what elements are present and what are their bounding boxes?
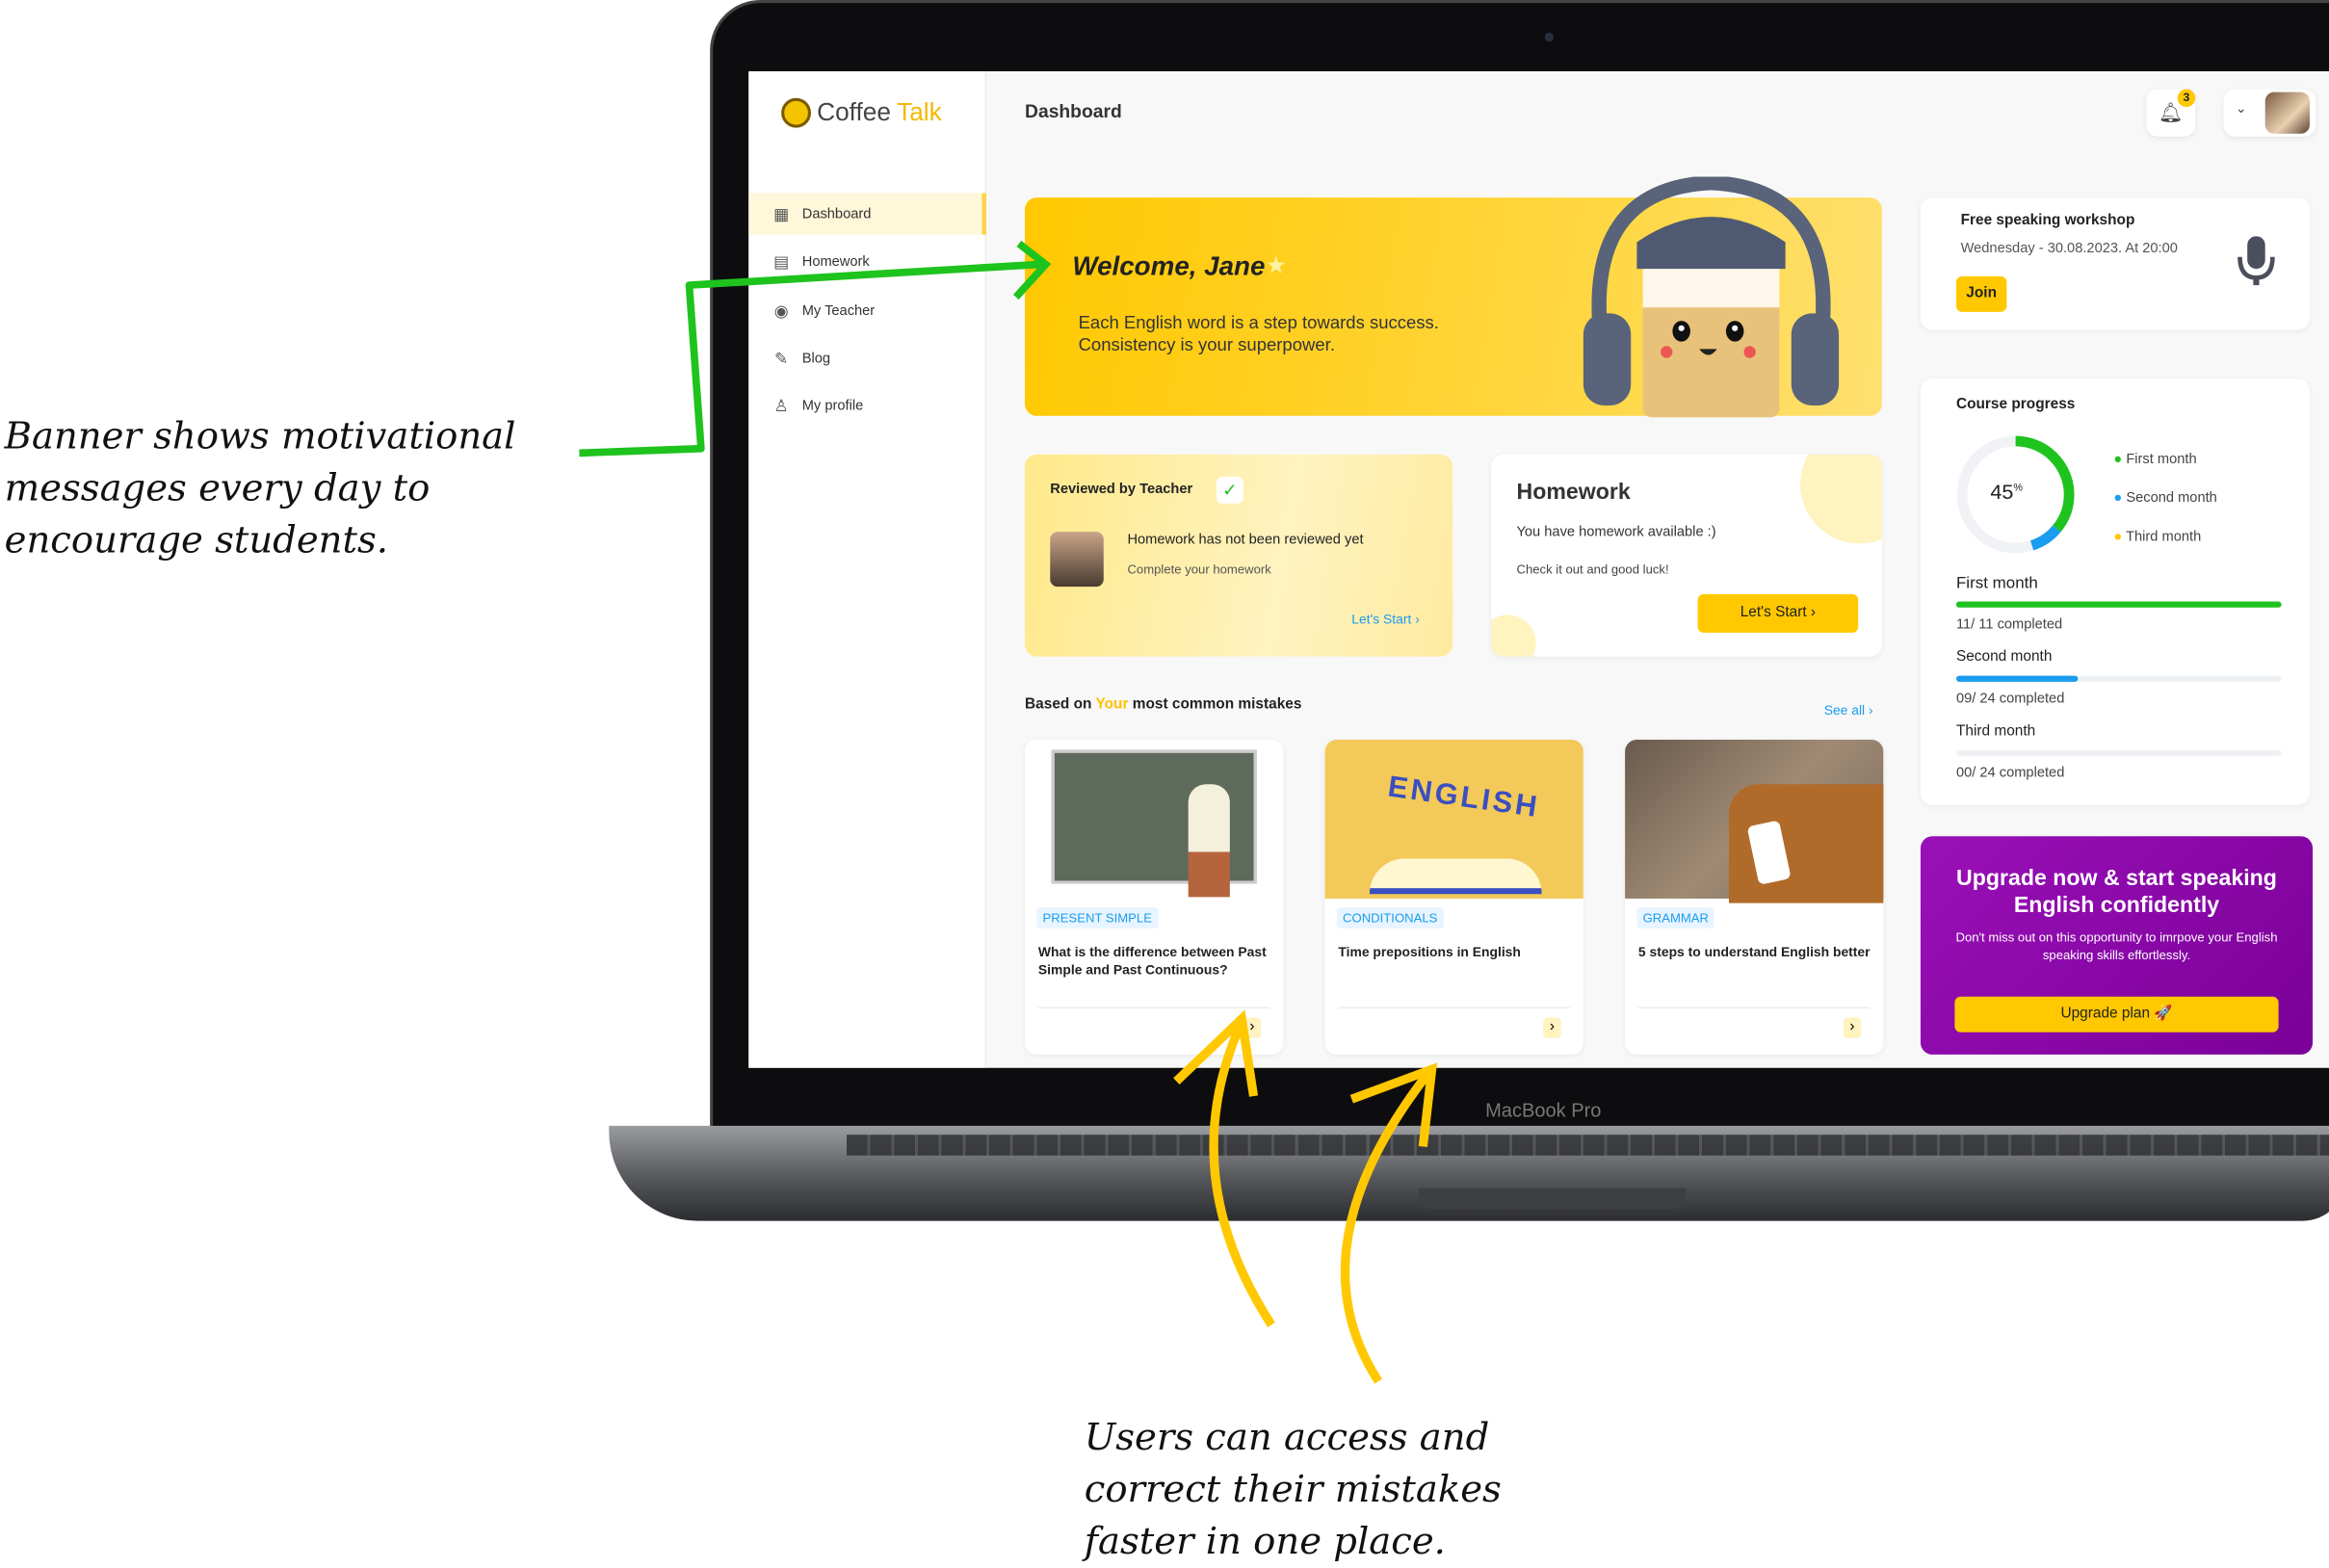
annotation-arrows — [579, 240, 1438, 1384]
yellow-arrow-head — [1173, 1009, 1259, 1097]
green-arrow-head — [1012, 240, 1052, 301]
green-arrow — [579, 260, 1040, 457]
annotation-banner: Banner shows motivational messages every… — [4, 414, 516, 562]
annotation-mistakes: Users can access and correct their mista… — [1084, 1415, 1502, 1563]
yellow-arrow — [1340, 1069, 1433, 1384]
yellow-arrow — [1209, 1020, 1275, 1328]
